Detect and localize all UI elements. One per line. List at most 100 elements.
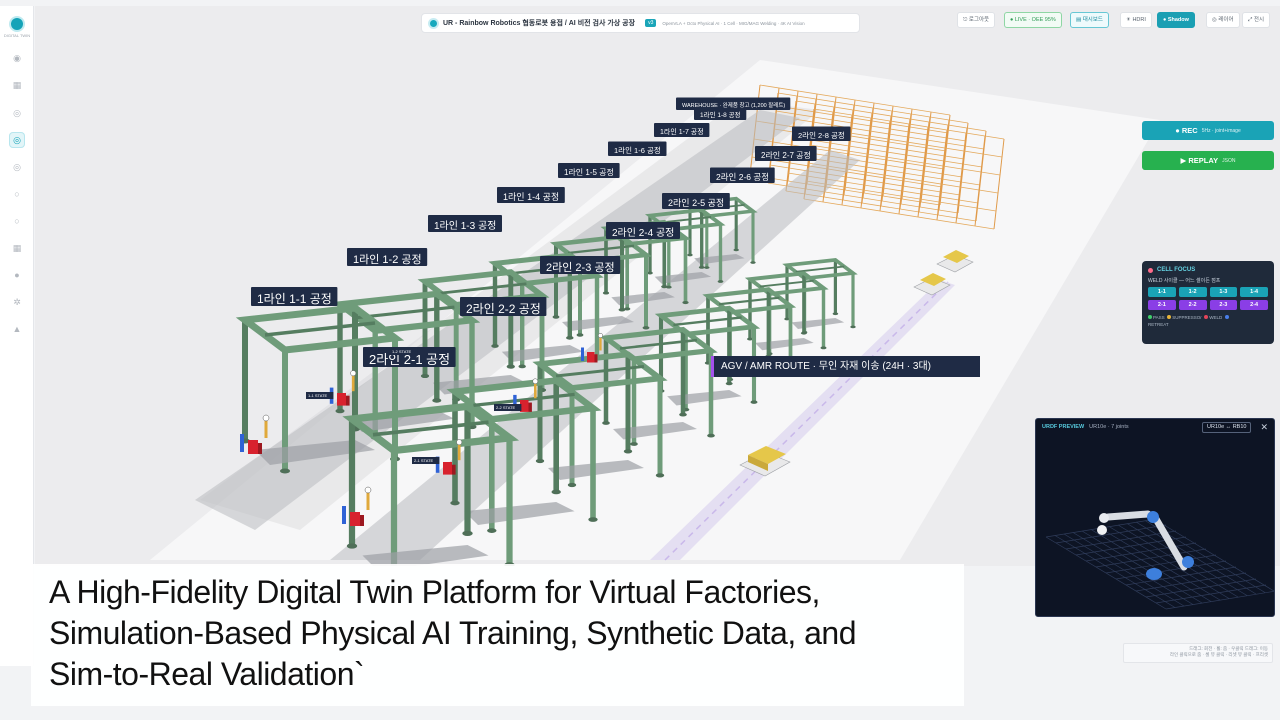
cell-button-2-1[interactable]: 2-1	[1148, 300, 1176, 310]
state-tag-1: 2-1 STATE	[414, 458, 434, 463]
weld-power-side	[360, 515, 364, 526]
sidebar-item-chart[interactable]: ◎	[9, 159, 25, 175]
gantry-foot	[618, 308, 626, 312]
urdf-grid-line	[1099, 527, 1221, 601]
urdf-header: URDF PREVIEW UR10e · 7 joints UR10e ↔ RB…	[1036, 419, 1274, 435]
fullscreen-button[interactable]: ⤢ 전시	[1242, 12, 1271, 28]
hdri-button[interactable]: ☀ HDRI	[1120, 12, 1152, 28]
urdf-preview-panel: URDF PREVIEW UR10e · 7 joints UR10e ↔ RB…	[1035, 418, 1275, 617]
gantry-foot	[750, 261, 756, 264]
gas-cylinder	[581, 347, 584, 361]
cell-label-line1-6: 1라인 1-6 공정	[614, 145, 661, 155]
urdf-grid-line	[1153, 518, 1274, 592]
dashboard-button[interactable]: ▤ 대시보드	[1070, 12, 1109, 28]
gantry-foot	[717, 280, 724, 283]
robot-joint	[262, 414, 270, 422]
robot-joint	[456, 439, 463, 446]
caption-line-1: A High-Fidelity Digital Twin Platform fo…	[49, 574, 820, 610]
cell-button-1-4[interactable]: 1-4	[1240, 287, 1268, 297]
weld-power-side	[452, 464, 456, 475]
gantry-foot	[630, 442, 638, 446]
weld-power-source	[587, 352, 595, 363]
gantry-foot	[450, 500, 460, 506]
cell-label-line1-8: 1라인 1-8 공정	[700, 110, 741, 119]
robot-forearm	[1152, 515, 1188, 571]
cell-label-line2-5: 2라인 2-5 공정	[668, 198, 724, 208]
replay-label: ▶ REPLAY	[1180, 156, 1219, 165]
scene-title: UR - Rainbow Robotics 협동로봇 용접 / AI 비전 검사…	[443, 20, 636, 27]
live-oee-button[interactable]: ● LIVE · OEE 95%	[1004, 12, 1062, 28]
cell-focus-title: CELL FOCUS	[1157, 267, 1196, 273]
cell-focus-subtitle: WELD 사이클 — 어느 셀이든 점프	[1148, 278, 1221, 284]
weld-power-side	[258, 443, 262, 454]
gantry-foot	[576, 333, 584, 337]
shadow-toggle-button[interactable]: ● Shadow	[1157, 12, 1195, 28]
gantry-foot	[682, 300, 689, 305]
sidebar-item-list[interactable]: ▦	[9, 77, 25, 93]
gantry-foot	[335, 408, 345, 414]
cell-button-2-2[interactable]: 2-2	[1178, 300, 1207, 310]
sidebar-item-grid2[interactable]: ▦	[9, 240, 25, 256]
gantry-foot	[725, 381, 733, 386]
sidebar-item-circle[interactable]: ○	[9, 213, 25, 229]
cell-label-line2-4: 2라인 2-4 공정	[612, 227, 674, 239]
gantry-foot	[420, 373, 430, 379]
replay-button[interactable]: ▶ REPLAY JSON	[1142, 151, 1274, 170]
cell-focus-grid: 1-1 1-2 1-3 1-4 2-1 2-2 2-3 2-4	[1148, 287, 1268, 310]
gantry-foot	[642, 326, 650, 330]
gantry-foot	[552, 315, 560, 319]
gantry-foot	[491, 344, 499, 348]
gantry-foot	[551, 489, 561, 495]
robot-elbow-joint	[1147, 511, 1159, 523]
sidebar-item-dot[interactable]: ●	[9, 267, 25, 283]
layer-button[interactable]: ◎ 레이어	[1206, 12, 1240, 28]
cell-button-2-4[interactable]: 2-4	[1240, 300, 1268, 310]
gantry-foot	[602, 291, 610, 295]
gantry-foot	[566, 335, 574, 340]
sidebar-item-robot[interactable]: ◎	[9, 105, 25, 121]
weld-power-source	[337, 393, 346, 406]
sidebar-item-warning[interactable]: ▲	[9, 321, 25, 337]
gantry-foot	[518, 364, 526, 369]
legend-suppressor: SUPPRESSOr	[1172, 315, 1202, 320]
caption-overlay: A High-Fidelity Digital Twin Platform fo…	[31, 564, 964, 706]
record-note: 5Hz · joint+image	[1201, 127, 1241, 134]
logout-button[interactable]: ⎋ 로그아웃	[957, 12, 996, 28]
state-tag-3: 1-2 STATE	[392, 349, 412, 354]
gantry-foot	[850, 325, 856, 329]
gantry-foot	[655, 473, 665, 478]
gas-cylinder	[240, 434, 244, 452]
legend-pass: PASS	[1153, 315, 1165, 320]
sidebar-item-factory[interactable]: ◎	[9, 132, 25, 148]
cell-button-1-2[interactable]: 1-2	[1178, 287, 1207, 297]
sidebar-item-gear[interactable]: ✲	[9, 294, 25, 310]
record-button[interactable]: ● REC 5Hz · joint+image	[1142, 121, 1274, 140]
gantry-foot	[733, 248, 739, 252]
robot-joint	[350, 370, 357, 377]
cell-button-1-3[interactable]: 1-3	[1209, 287, 1238, 297]
urdf-robot-canvas[interactable]	[1036, 419, 1275, 617]
robot-tool	[1097, 525, 1107, 535]
close-icon[interactable]: ✕	[1260, 422, 1268, 432]
cell-button-1-1[interactable]: 1-1	[1148, 287, 1176, 297]
caption-line-2: Simulation-Based Physical AI Training, S…	[49, 615, 857, 651]
gantry-foot	[679, 412, 687, 417]
gantry-foot	[588, 517, 598, 522]
robot-model-toggle[interactable]: UR10e ↔ RB10	[1202, 421, 1252, 433]
urdf-subtitle: UR10e · 7 joints	[1089, 424, 1129, 430]
sidebar: DIGITAL TWIN ◉ ▦ ◎ ◎ ◎ ○ ○ ▦ ● ✲ ▲	[0, 6, 34, 666]
sidebar-item-cube[interactable]: ○	[9, 186, 25, 202]
app-logo[interactable]	[11, 18, 23, 30]
robot-shoulder-joint	[1182, 556, 1194, 568]
sidebar-item-grid[interactable]: ◉	[9, 50, 25, 66]
gantry-foot	[800, 331, 807, 335]
gantry-cross-beam	[264, 321, 376, 337]
weld-power-source	[248, 440, 258, 454]
hint-line-2: 라인 클릭으로 줌 · 셀 뷰 클릭 · 리셋 뷰 클릭 · 프리셋	[1169, 652, 1268, 657]
gantry-foot	[506, 364, 515, 369]
state-tag-0: 1-1 STATE	[308, 393, 328, 398]
cell-label-line2-8: 2라인 2-8 공정	[798, 130, 845, 140]
cell-button-2-3[interactable]: 2-3	[1209, 300, 1238, 310]
cell-label-line2-7: 2라인 2-7 공정	[761, 150, 811, 160]
replay-note: JSON	[1222, 157, 1236, 164]
